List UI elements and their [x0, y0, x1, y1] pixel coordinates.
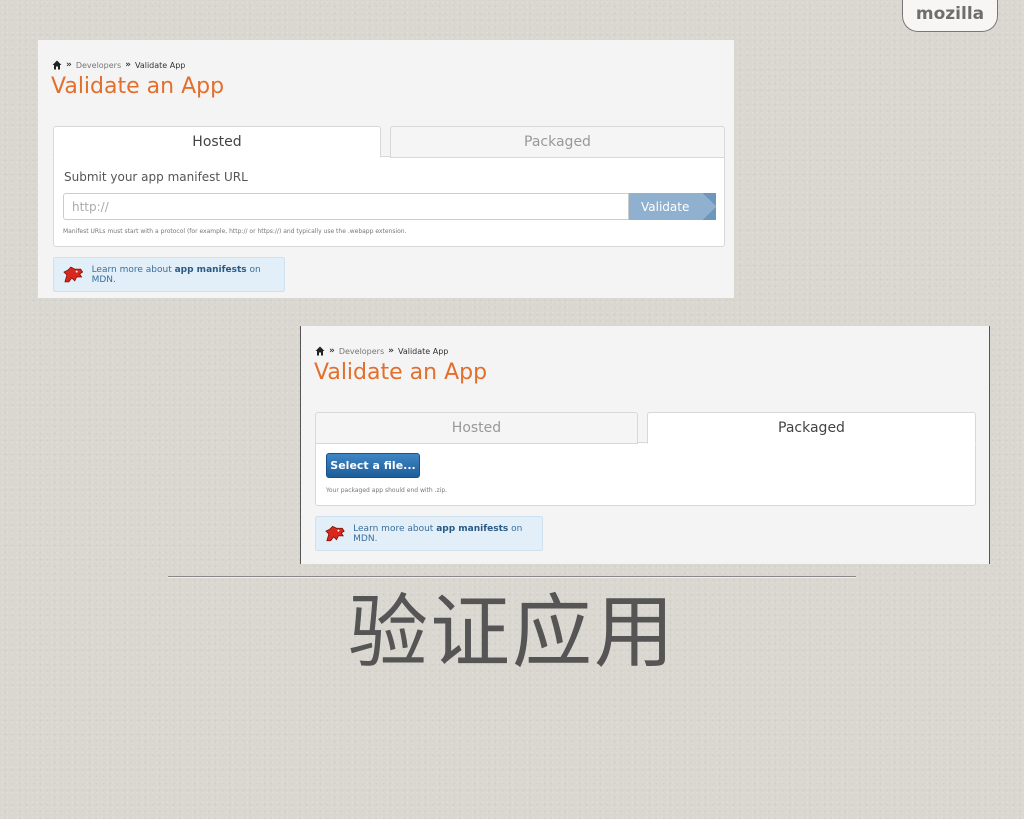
mdn-text-pre: Learn more about [353, 523, 434, 534]
tab-bar: Hosted Packaged [315, 412, 976, 444]
breadcrumb-separator: » [329, 346, 335, 356]
screenshot-packaged: » Developers » Validate App Validate an … [300, 326, 990, 564]
mdn-info-box: Learn more about app manifests on MDN. [53, 257, 285, 292]
home-icon[interactable] [315, 346, 325, 356]
mozilla-dino-icon [325, 525, 345, 541]
tab-bar: Hosted Packaged [53, 126, 725, 158]
manifest-help-text: Manifest URLs must start with a protocol… [63, 228, 407, 235]
mdn-info-box: Learn more about app manifests on MDN. [315, 516, 543, 551]
breadcrumb-separator: » [66, 60, 72, 70]
mdn-link[interactable]: app manifests [436, 524, 508, 534]
page-title: Validate an App [314, 360, 488, 385]
breadcrumb-separator: » [125, 60, 131, 70]
tab-hosted[interactable]: Hosted [53, 126, 381, 158]
mdn-text-pre: Learn more about [91, 264, 172, 275]
slide-title: 验证应用 [348, 586, 676, 679]
home-icon[interactable] [52, 60, 62, 70]
mozilla-dino-icon [63, 266, 84, 282]
breadcrumb-separator: » [388, 346, 394, 356]
page-title: Validate an App [51, 74, 225, 99]
breadcrumb-current: Validate App [134, 60, 186, 70]
manifest-url-input[interactable]: http:// [63, 193, 629, 220]
tab-packaged[interactable]: Packaged [647, 412, 976, 444]
breadcrumb: » Developers » Validate App [315, 346, 448, 356]
tab-packaged[interactable]: Packaged [390, 126, 725, 158]
breadcrumb-current: Validate App [397, 346, 449, 356]
mdn-text: Learn more about app manifests on MDN. [353, 524, 542, 544]
breadcrumb: » Developers » Validate App [52, 60, 185, 70]
mdn-text: Learn more about app manifests on MDN. [92, 265, 284, 285]
mdn-link[interactable]: app manifests [175, 265, 247, 275]
mozilla-wordmark: mozilla [915, 4, 985, 24]
tab-hosted[interactable]: Hosted [315, 412, 638, 444]
breadcrumb-developers[interactable]: Developers [339, 347, 384, 356]
breadcrumb-developers[interactable]: Developers [76, 61, 121, 70]
validate-button[interactable]: Validate [629, 193, 716, 220]
screenshot-hosted: » Developers » Validate App Validate an … [38, 40, 734, 298]
mozilla-logo-tab: mozilla [902, 0, 998, 32]
select-file-button[interactable]: Select a file... [326, 453, 420, 478]
manifest-url-label: Submit your app manifest URL [64, 170, 248, 184]
url-placeholder: http:// [72, 199, 109, 214]
packaged-help-text: Your packaged app should end with .zip. [326, 487, 448, 494]
